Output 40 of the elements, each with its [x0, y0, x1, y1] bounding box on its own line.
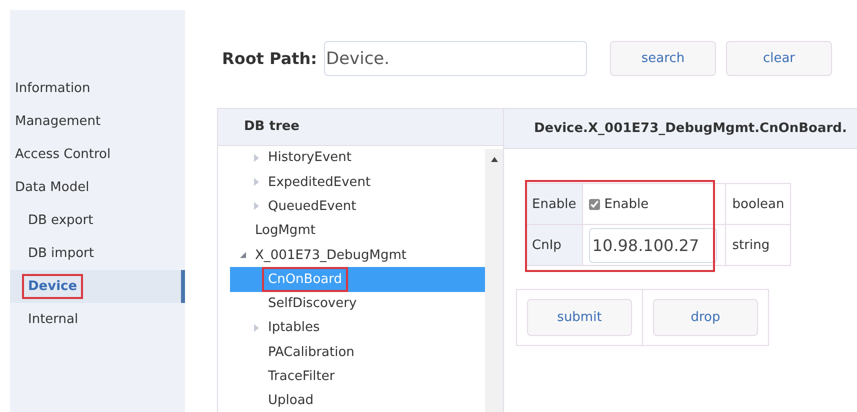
collapsed-icon[interactable] — [253, 202, 260, 210]
tree-item[interactable]: Iptables — [230, 316, 485, 340]
scrollbar[interactable] — [485, 148, 503, 412]
param-type: boolean — [726, 184, 791, 224]
sidebar-item[interactable]: Data Model — [10, 171, 185, 204]
tree-item[interactable]: QueuedEvent — [230, 194, 485, 219]
root-path-field[interactable]: Device. — [324, 41, 587, 76]
sidebar-item[interactable]: Access Control — [10, 138, 185, 171]
checkbox[interactable] — [589, 198, 600, 210]
tree-item[interactable]: SelfDiscovery — [230, 292, 485, 316]
detail-title: Device.X_001E73_DebugMgmt.CnOnBoard. — [534, 121, 847, 136]
tree-item[interactable]: Upload — [230, 388, 485, 412]
tree-item[interactable]: PACalibration — [230, 340, 485, 364]
action-button[interactable]: submit — [527, 299, 632, 336]
sidebar-item[interactable]: DB export — [10, 204, 185, 237]
tree-item[interactable]: LogMgmt — [230, 218, 485, 243]
sidebar-item[interactable]: Internal — [10, 303, 185, 336]
action-button[interactable]: search — [610, 41, 716, 76]
expanded-icon[interactable] — [240, 251, 247, 260]
tree-item[interactable]: X_001E73_DebugMgmt — [230, 242, 485, 268]
tree-item[interactable]: TraceFilter — [230, 364, 485, 389]
sidebar-item[interactable]: Device — [10, 270, 185, 303]
param-type: string — [726, 224, 791, 266]
collapsed-icon[interactable] — [253, 154, 260, 162]
action-button[interactable]: clear — [726, 41, 832, 76]
param-name: CnIp — [526, 224, 583, 266]
collapsed-icon[interactable] — [253, 178, 260, 186]
action-button[interactable]: drop — [653, 299, 758, 336]
scroll-up-icon[interactable] — [490, 156, 498, 162]
sidebar-item[interactable]: Information — [10, 72, 185, 105]
collapsed-icon[interactable] — [253, 324, 260, 332]
param-name: Enable — [526, 184, 583, 224]
sidebar-item[interactable]: DB import — [10, 237, 185, 270]
root-path-label: Root Path: — [222, 49, 318, 68]
value-field[interactable]: 10.98.100.27 — [589, 228, 718, 262]
tree-item[interactable]: HistoryEvent — [230, 146, 485, 170]
tree-title: DB tree — [244, 119, 300, 134]
checkbox-label[interactable]: Enable — [604, 196, 649, 212]
tree-item[interactable]: ExpeditedEvent — [230, 170, 485, 194]
sidebar-item[interactable]: Management — [10, 105, 185, 138]
